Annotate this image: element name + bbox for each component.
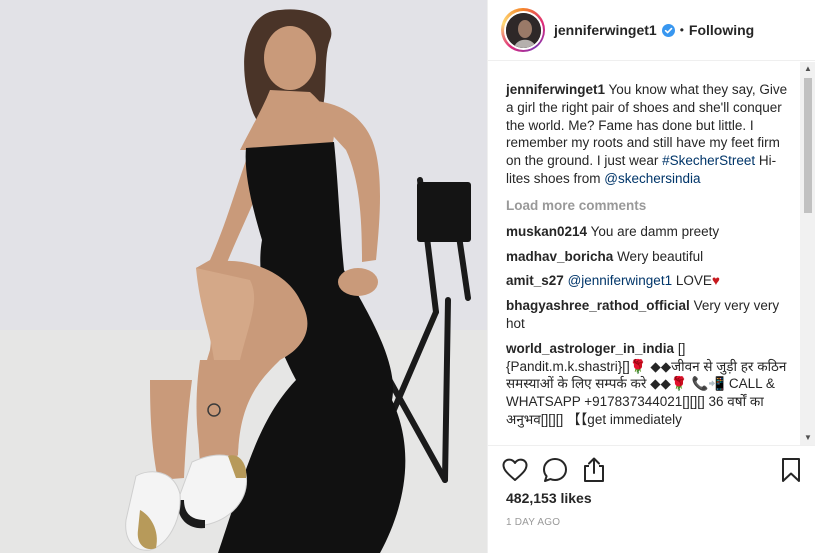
- post-author-username[interactable]: jenniferwinget1: [554, 22, 657, 38]
- caption-username[interactable]: jenniferwinget1: [506, 82, 605, 97]
- post-caption: jenniferwinget1 You know what they say, …: [506, 81, 790, 188]
- load-more-comments-button[interactable]: Load more comments: [506, 198, 790, 216]
- post-photo[interactable]: [0, 0, 487, 553]
- comment-mention-link[interactable]: @jenniferwinget1: [568, 273, 673, 288]
- comments-scrollbar[interactable]: ▲ ▼: [800, 62, 815, 445]
- comment-username[interactable]: bhagyashree_rathod_official: [506, 298, 690, 313]
- comment-username[interactable]: muskan0214: [506, 224, 587, 239]
- heart-outline-icon[interactable]: [501, 456, 529, 484]
- comment-username[interactable]: madhav_boricha: [506, 249, 613, 264]
- scroll-down-arrow-icon[interactable]: ▼: [800, 431, 815, 445]
- comment-text: You are damm preety: [590, 223, 720, 239]
- scrollbar-thumb[interactable]: [804, 78, 812, 213]
- comment-item: muskan0214 You are damm preety: [506, 223, 790, 241]
- post-actions: 482,153 likes 1 DAY AGO: [488, 445, 815, 553]
- post-timestamp[interactable]: 1 DAY AGO: [506, 517, 560, 528]
- following-button[interactable]: Following: [689, 22, 754, 38]
- avatar[interactable]: [501, 8, 545, 52]
- comment-username[interactable]: amit_s27: [506, 273, 564, 288]
- comment-item: world_astrologer_in_india [] {Pandit.m.k…: [506, 340, 790, 429]
- post-sidebar: jenniferwinget1 • Following jenniferwing…: [487, 0, 815, 553]
- verified-badge-icon: [661, 23, 675, 37]
- instagram-post: jenniferwinget1 • Following jenniferwing…: [0, 0, 815, 553]
- caption-hashtag-link[interactable]: #SkecherStreet: [662, 153, 755, 168]
- photo-illustration: [0, 0, 487, 553]
- comment-item: madhav_boricha Wery beautiful: [506, 248, 790, 266]
- heart-emoji-icon: ♥: [711, 273, 720, 289]
- comment-item: amit_s27 @jenniferwinget1 LOVE♥: [506, 272, 790, 290]
- comment-text: Wery beautiful: [617, 248, 704, 264]
- avatar-image: [505, 12, 541, 48]
- scroll-up-arrow-icon[interactable]: ▲: [800, 62, 815, 76]
- caption-mention-link[interactable]: @skechersindia: [604, 171, 700, 186]
- comment-item: bhagyashree_rathod_official Very very ve…: [506, 297, 790, 333]
- comment-text: LOVE: [672, 273, 712, 289]
- post-header: jenniferwinget1 • Following: [488, 0, 815, 61]
- likes-count[interactable]: 482,153 likes: [506, 490, 592, 506]
- comment-username[interactable]: world_astrologer_in_india: [506, 341, 674, 356]
- speech-bubble-icon[interactable]: [541, 456, 569, 484]
- header-separator: •: [679, 23, 684, 37]
- share-icon[interactable]: [580, 456, 608, 484]
- bookmark-icon[interactable]: [777, 456, 805, 484]
- comments-list[interactable]: jenniferwinget1 You know what they say, …: [488, 62, 800, 445]
